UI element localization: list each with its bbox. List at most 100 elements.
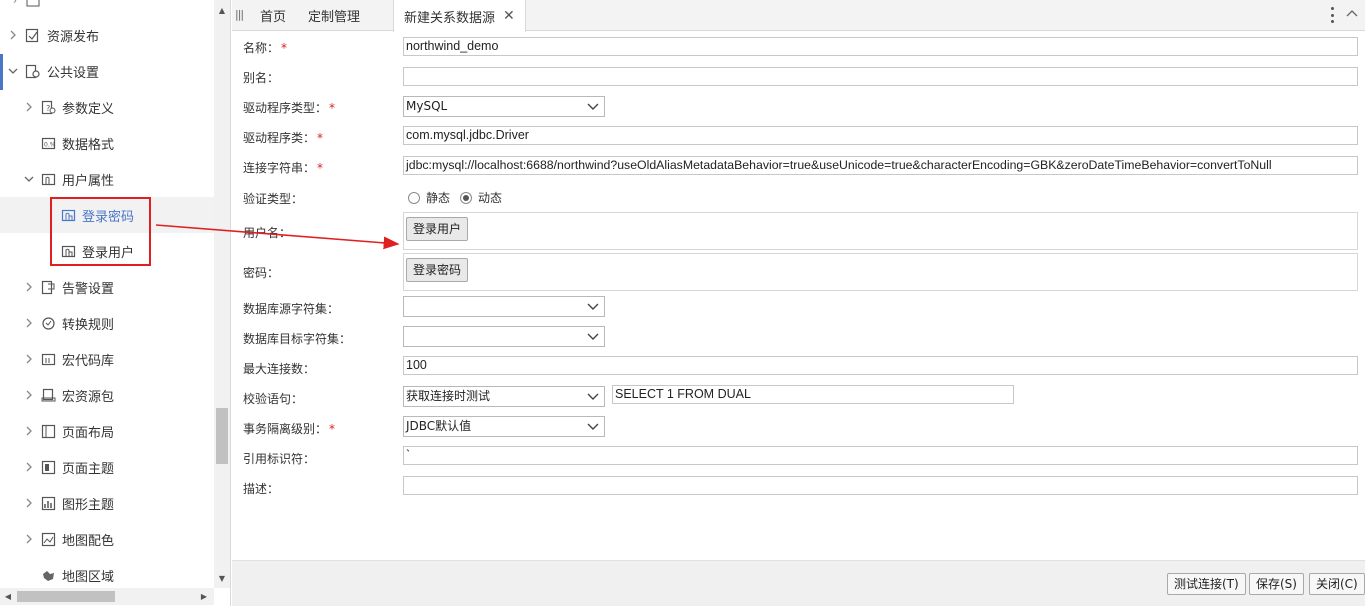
more-vertical-icon[interactable] xyxy=(1329,7,1335,23)
tab-new-relational-datasource[interactable]: 新建关系数据源 ✕ xyxy=(393,0,526,32)
chevron-down-icon[interactable] xyxy=(24,174,34,184)
connection-string-input[interactable]: jdbc:mysql://localhost:6688/northwind?us… xyxy=(403,156,1358,175)
validation-mode-select[interactable]: 获取连接时测试 xyxy=(403,386,605,407)
tree-item-page-theme[interactable]: 页面主题 xyxy=(0,449,214,485)
select-value: JDBC默认值 xyxy=(406,419,472,433)
scroll-up-arrow-icon[interactable]: ▲ xyxy=(214,2,230,18)
tree-item-login-user[interactable]: 登录用户 xyxy=(0,233,214,269)
chevron-right-icon[interactable] xyxy=(24,282,34,292)
tree-item-map-area[interactable]: 地图区域 xyxy=(0,557,214,588)
tree-item-macro-code[interactable]: 宏代码库 xyxy=(0,341,214,377)
db-target-charset-select[interactable] xyxy=(403,326,605,347)
db-source-charset-select[interactable] xyxy=(403,296,605,317)
close-icon[interactable]: ✕ xyxy=(503,8,515,24)
horizontal-scroll-thumb[interactable] xyxy=(17,591,115,602)
save-button[interactable]: 保存(S) xyxy=(1249,573,1304,595)
tree-item-parameter-definition[interactable]: ? 参数定义 xyxy=(0,89,214,125)
chart-theme-icon xyxy=(40,495,56,511)
chevron-right-icon[interactable] xyxy=(8,30,18,40)
isolation-level-label: 事务隔离级别： * xyxy=(243,422,336,436)
tree-item-label: 数据格式 xyxy=(62,137,115,153)
resource-tree-panel: › 资源发布 公共设置 ? 参数定义 0.% 数据格式 用户属性 登录密码 登录… xyxy=(0,0,231,606)
chevron-right-icon[interactable] xyxy=(24,498,34,508)
tree-item-resource-publish[interactable]: 资源发布 xyxy=(0,17,214,53)
user-attribute-icon xyxy=(40,171,56,187)
collapse-up-icon[interactable] xyxy=(1346,7,1358,21)
chevron-right-icon[interactable] xyxy=(24,426,34,436)
auth-type-label: 验证类型： xyxy=(243,192,304,206)
chevron-right-icon[interactable] xyxy=(24,462,34,472)
driver-type-select[interactable]: MySQL xyxy=(403,96,605,117)
macro-package-icon xyxy=(40,387,56,403)
tree-item-map-color[interactable]: 地图配色 xyxy=(0,521,214,557)
max-connections-label: 最大连接数： xyxy=(243,362,316,376)
horizontal-scrollbar[interactable]: ◀ ▶ xyxy=(0,588,214,605)
tab-home[interactable]: 首页 xyxy=(260,0,286,31)
chevron-right-icon[interactable] xyxy=(24,354,34,364)
select-value: 获取连接时测试 xyxy=(406,389,491,403)
radio-circle[interactable] xyxy=(408,191,420,204)
chevron-down-icon[interactable] xyxy=(8,66,18,76)
map-color-icon xyxy=(40,531,56,547)
chevron-down-icon xyxy=(586,298,600,315)
scroll-right-arrow-icon[interactable]: ▶ xyxy=(196,588,212,605)
vertical-scroll-thumb[interactable] xyxy=(216,408,228,464)
convert-rule-icon xyxy=(40,315,56,331)
tree-item-common-settings[interactable]: 公共设置 xyxy=(0,53,214,89)
dialog-footer: 测试连接(T) 保存(S) 关闭(C) xyxy=(232,560,1365,606)
alarm-icon xyxy=(40,279,56,295)
radio-label: 动态 xyxy=(478,191,503,205)
tab-label: 新建关系数据源 xyxy=(404,10,496,26)
tree-item-label: 宏资源包 xyxy=(62,389,115,405)
vertical-scrollbar[interactable]: ▲ ▼ xyxy=(214,0,230,588)
tree-item-chart-theme[interactable]: 图形主题 xyxy=(0,485,214,521)
tree-item-convert-rule[interactable]: 转换规则 xyxy=(0,305,214,341)
connection-string-label: 连接字符串： * xyxy=(243,161,324,175)
auth-static-radio[interactable]: 静态 xyxy=(408,189,450,206)
validation-sql-input[interactable]: SELECT 1 FROM DUAL xyxy=(612,385,1014,404)
chevron-right-icon[interactable] xyxy=(24,534,34,544)
close-button[interactable]: 关闭(C) xyxy=(1309,573,1365,595)
password-panel: 登录密码 xyxy=(403,253,1358,291)
login-password-button[interactable]: 登录密码 xyxy=(406,258,469,282)
publish-icon xyxy=(24,27,40,43)
login-user-button[interactable]: 登录用户 xyxy=(406,217,469,241)
tree-item-label: 图形主题 xyxy=(62,497,115,513)
chevron-right-icon[interactable]: › xyxy=(10,0,20,7)
description-label: 描述： xyxy=(243,482,280,496)
chevron-right-icon[interactable] xyxy=(24,102,34,112)
tab-menu-handle-icon[interactable]: ||| xyxy=(235,8,244,21)
db-target-charset-label: 数据库目标字符集： xyxy=(243,332,352,346)
tree-item-partial[interactable]: › xyxy=(0,0,214,18)
driver-class-input[interactable]: com.mysql.jdbc.Driver xyxy=(403,126,1358,145)
tree-item-label: 参数定义 xyxy=(62,101,115,117)
tree-item-page-layout[interactable]: 页面布局 xyxy=(0,413,214,449)
chevron-right-icon[interactable] xyxy=(24,390,34,400)
scroll-left-arrow-icon[interactable]: ◀ xyxy=(0,588,16,605)
map-area-icon xyxy=(40,567,56,583)
quote-identifier-input[interactable]: ` xyxy=(403,446,1358,465)
tree-item-label: 转换规则 xyxy=(62,317,115,333)
tree-item-user-attribute[interactable]: 用户属性 xyxy=(0,161,214,197)
description-input[interactable] xyxy=(403,476,1358,495)
test-connection-button[interactable]: 测试连接(T) xyxy=(1167,573,1246,595)
tree-item-data-format[interactable]: 0.% 数据格式 xyxy=(0,125,214,161)
tree-item-macro-package[interactable]: 宏资源包 xyxy=(0,377,214,413)
isolation-level-select[interactable]: JDBC默认值 xyxy=(403,416,605,437)
chevron-down-icon xyxy=(586,418,600,435)
tab-custom-management[interactable]: 定制管理 xyxy=(308,0,360,31)
radio-circle[interactable] xyxy=(460,191,472,204)
scroll-down-arrow-icon[interactable]: ▼ xyxy=(214,570,230,586)
password-label: 密码： xyxy=(243,266,280,280)
tree-item-login-password[interactable]: 登录密码 xyxy=(0,197,214,233)
hand-pointer-icon xyxy=(60,243,76,259)
page-theme-icon xyxy=(40,459,56,475)
auth-dynamic-radio[interactable]: 动态 xyxy=(460,189,502,206)
topic-icon xyxy=(25,0,41,8)
main-panel: ||| 首页 定制管理 新建关系数据源 ✕ 名称： * northwind_dem… xyxy=(232,0,1365,606)
chevron-right-icon[interactable] xyxy=(24,318,34,328)
tree-item-alarm-settings[interactable]: 告警设置 xyxy=(0,269,214,305)
name-input[interactable]: northwind_demo xyxy=(403,37,1358,56)
alias-input[interactable] xyxy=(403,67,1358,86)
max-connections-input[interactable]: 100 xyxy=(403,356,1358,375)
